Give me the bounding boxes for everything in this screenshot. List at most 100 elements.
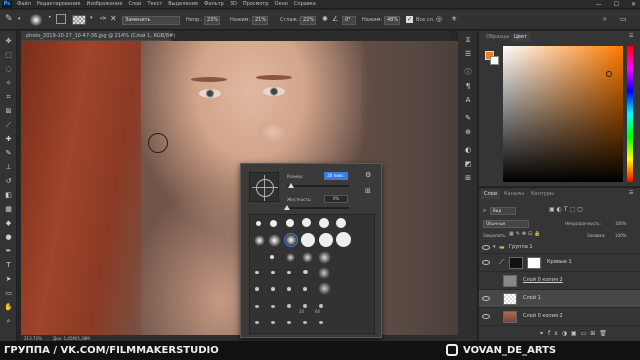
brush-tip[interactable] <box>319 218 329 228</box>
tab-swatches[interactable]: Образцы <box>483 33 512 42</box>
hand-tool-icon[interactable]: ✋ <box>3 303 14 312</box>
symmetry-icon[interactable]: ⚜ <box>451 15 457 23</box>
chevron-down-icon[interactable]: ▾ <box>18 16 21 22</box>
brush-tip[interactable] <box>271 271 275 274</box>
brush-tip[interactable] <box>319 233 333 247</box>
paragraph-icon[interactable]: ¶ <box>463 82 473 91</box>
gear-icon[interactable]: ⚙ <box>365 171 371 179</box>
eye-icon[interactable] <box>482 260 490 265</box>
history-icon[interactable]: ⧖ <box>463 36 473 45</box>
load-swatch[interactable] <box>72 15 86 25</box>
panel-menu-icon[interactable]: ☰ <box>629 33 633 39</box>
healing-tool-icon[interactable]: ✚ <box>3 135 14 144</box>
character-icon[interactable]: A <box>463 96 473 105</box>
opacity-field[interactable]: 23% <box>204 16 220 25</box>
clone-source-icon[interactable]: ⊕ <box>463 128 473 137</box>
menu-select[interactable]: Выделение <box>168 1 198 8</box>
brush-tip[interactable] <box>254 235 265 246</box>
layer-actions-icons[interactable]: ⚭fx◑▣▭⊞🗑 <box>539 330 611 337</box>
brush-tip[interactable] <box>286 219 294 227</box>
panel-menu-icon[interactable]: ☰ <box>629 190 633 196</box>
clean-brush-icon[interactable]: ✕ <box>110 14 117 23</box>
document-tab[interactable]: photo_2019-10-27_10-47-36.jpg @ 214% (Сл… <box>21 31 175 41</box>
blur-tool-icon[interactable]: ◆ <box>3 219 14 228</box>
brush-tip[interactable] <box>319 321 323 324</box>
eraser-tool-icon[interactable]: ◧ <box>3 191 14 200</box>
layer-filter-select[interactable]: Вид <box>490 207 516 215</box>
quick-select-tool-icon[interactable]: ✧ <box>3 79 14 88</box>
layer-comps-icon[interactable]: ⊞ <box>463 174 473 183</box>
angle-field[interactable]: 0° <box>342 16 356 25</box>
brush-tip[interactable] <box>287 287 291 291</box>
tab-paths[interactable]: Контуры <box>528 190 557 199</box>
size-slider-track[interactable] <box>287 185 349 187</box>
brush-tip[interactable] <box>336 232 351 247</box>
brush-tip[interactable] <box>270 220 277 227</box>
layer-row-selected[interactable]: Слой 1 <box>479 290 640 308</box>
smoothing-field[interactable]: 22% <box>300 16 316 25</box>
hardness-slider-track[interactable] <box>287 207 349 209</box>
brush-tip[interactable] <box>268 234 281 247</box>
layer-row[interactable]: Слой 0 копия 2 <box>479 308 640 326</box>
brush-tip[interactable] <box>271 287 275 291</box>
brush-panel-icon[interactable] <box>56 14 66 24</box>
workspace-icon[interactable]: ▭ <box>620 15 627 23</box>
tab-color[interactable]: Цвет <box>511 33 530 42</box>
menu-help[interactable]: Справка <box>294 1 316 8</box>
size-slider-thumb[interactable] <box>288 183 295 188</box>
lasso-tool-icon[interactable]: ◌ <box>3 65 14 74</box>
airbrush-icon[interactable]: ✺ <box>322 15 328 23</box>
mixer-brush-tool-icon[interactable]: ✎ <box>5 14 13 24</box>
brush-tip[interactable] <box>301 233 315 247</box>
brush-tip[interactable] <box>318 251 331 264</box>
background-color-swatch[interactable] <box>490 56 499 65</box>
path-select-tool-icon[interactable]: ➤ <box>3 275 14 284</box>
color-picker-marker[interactable] <box>606 71 612 77</box>
brush-tool-icon[interactable]: ✎ <box>3 149 14 158</box>
brush-tip[interactable] <box>303 304 307 308</box>
maximize-button[interactable]: ☐ <box>614 1 619 8</box>
filter-icons[interactable]: ▣◐T⬚▢ <box>549 206 585 213</box>
search-icon[interactable]: ⌕ <box>603 15 607 24</box>
properties-icon[interactable]: ☰ <box>463 50 473 59</box>
menu-edit[interactable]: Редактирование <box>37 1 81 8</box>
crop-tool-icon[interactable]: ⌗ <box>3 93 14 102</box>
styles-icon[interactable]: ◩ <box>463 160 473 169</box>
fill-field[interactable]: 100% <box>615 232 626 239</box>
menu-filter[interactable]: Фильтр <box>204 1 224 8</box>
layer-row[interactable]: Слой 0 копия 2 <box>479 272 640 290</box>
eye-icon[interactable] <box>482 296 490 301</box>
brush-tip[interactable] <box>302 218 311 227</box>
eye-icon[interactable] <box>482 314 490 319</box>
frame-tool-icon[interactable]: ⊠ <box>3 107 14 116</box>
shape-tool-icon[interactable]: ▭ <box>3 289 14 298</box>
menu-view[interactable]: Просмотр <box>243 1 269 8</box>
brush-tip[interactable] <box>271 305 275 308</box>
brush-tip[interactable] <box>319 304 323 308</box>
lock-icons[interactable]: ▦✎✥⊡🔒 <box>509 231 543 237</box>
brush-tip[interactable] <box>303 270 308 274</box>
gradient-tool-icon[interactable]: ▦ <box>3 205 14 214</box>
brush-tip[interactable] <box>287 304 291 308</box>
info-icon[interactable]: ⓘ <box>463 68 473 77</box>
brush-settings-icon[interactable]: ✎ <box>463 114 473 123</box>
flow-field[interactable]: 21% <box>252 16 268 25</box>
brush-tip[interactable] <box>271 321 275 324</box>
new-preset-icon[interactable]: ⊞ <box>365 187 371 195</box>
layer-row[interactable]: ▾ ▬ Группа 1 <box>479 242 640 254</box>
stamp-tool-icon[interactable]: ⊥ <box>3 163 14 172</box>
tab-layers[interactable]: Слои <box>481 190 500 199</box>
color-picker-field[interactable] <box>503 46 623 182</box>
all-layers-checkbox[interactable]: ✓ <box>406 16 413 23</box>
brush-preset-icon[interactable] <box>30 14 42 26</box>
pressure-size-icon[interactable]: ◎ <box>436 15 442 23</box>
blend-mode-select[interactable]: Обычные <box>483 220 529 228</box>
close-button[interactable]: ✕ <box>631 1 636 8</box>
pen-tool-icon[interactable]: ✒ <box>3 247 14 256</box>
tab-channels[interactable]: Каналы <box>501 190 527 199</box>
brush-tip[interactable] <box>287 271 291 274</box>
menu-window[interactable]: Окно <box>275 1 288 8</box>
menu-3d[interactable]: 3D <box>230 1 237 8</box>
dodge-tool-icon[interactable]: ● <box>3 233 14 242</box>
layer-row[interactable]: ⟋ Кривые 1 <box>479 254 640 272</box>
